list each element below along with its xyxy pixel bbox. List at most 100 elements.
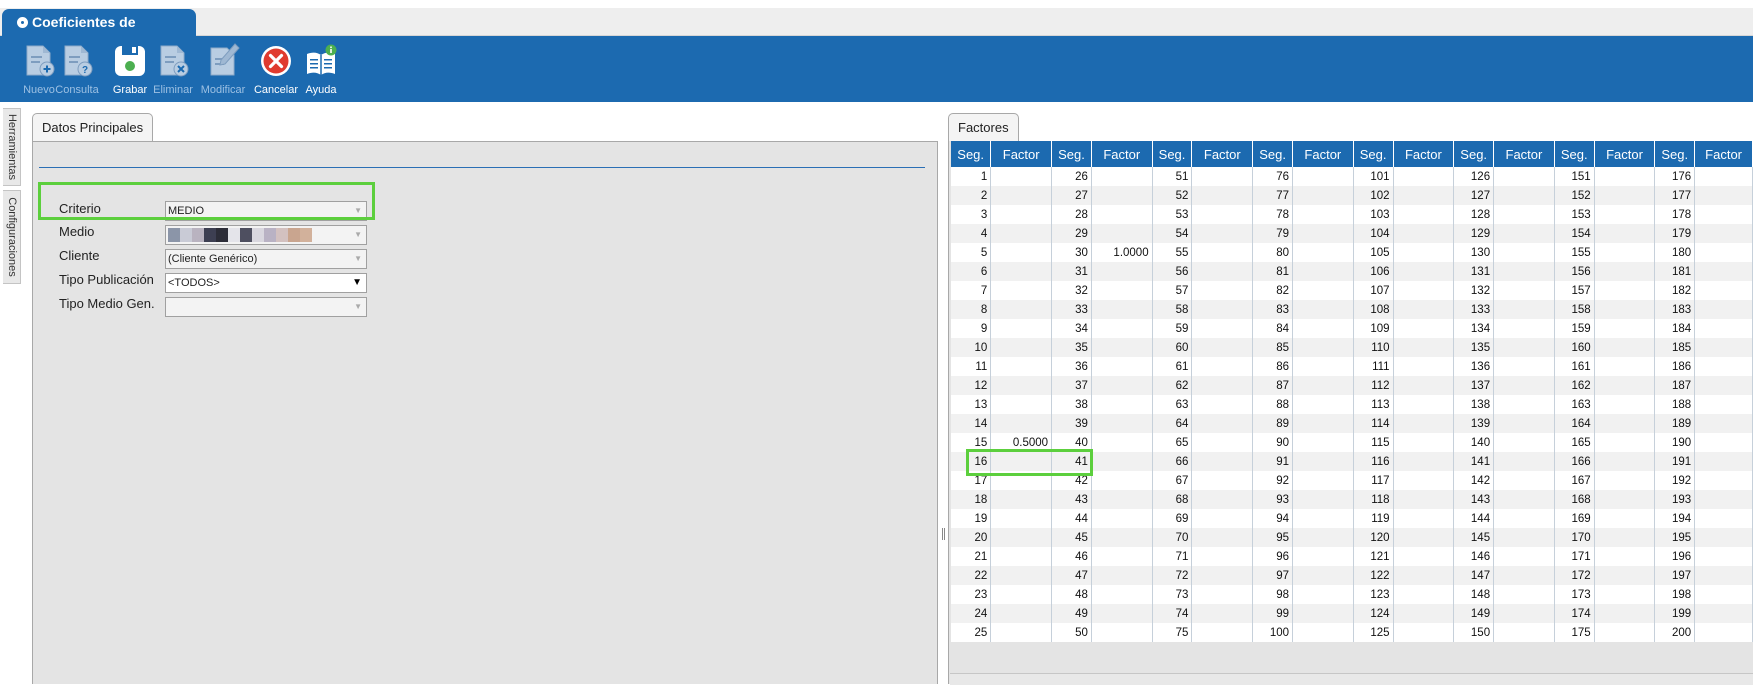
table-row[interactable]: 12 37 62 87 112 137 162 187	[951, 376, 1753, 395]
medio-select[interactable]: ▼	[165, 225, 367, 245]
factor-cell[interactable]	[1393, 547, 1455, 566]
factor-cell[interactable]	[1191, 604, 1254, 623]
factor-cell[interactable]	[1091, 433, 1153, 452]
table-row[interactable]: 18 43 68 93 118 143 168 193	[951, 490, 1753, 509]
panel-splitter-handle[interactable]	[942, 528, 946, 540]
column-header-seg[interactable]: Seg.	[1453, 141, 1495, 167]
table-row[interactable]: 8 33 58 83 108 133 158 183	[951, 300, 1753, 319]
factor-cell[interactable]	[1393, 452, 1455, 471]
factor-cell[interactable]	[1393, 471, 1455, 490]
factor-cell[interactable]	[1594, 224, 1656, 243]
factor-cell[interactable]	[1292, 433, 1354, 452]
factor-cell[interactable]	[1091, 186, 1153, 205]
factor-cell[interactable]	[1493, 604, 1555, 623]
factor-cell[interactable]	[1393, 224, 1455, 243]
factor-cell[interactable]	[1091, 357, 1153, 376]
factor-cell[interactable]	[1594, 433, 1656, 452]
factor-cell[interactable]	[1091, 566, 1153, 585]
table-row[interactable]: 21 46 71 96 121 146 171 196	[951, 547, 1753, 566]
factor-cell[interactable]	[990, 566, 1053, 585]
factor-cell[interactable]	[990, 281, 1053, 300]
factor-cell[interactable]	[1594, 262, 1656, 281]
factor-cell[interactable]	[1191, 319, 1254, 338]
factor-cell[interactable]	[1694, 604, 1753, 623]
modificar-button[interactable]: Modificar	[201, 40, 245, 100]
factor-cell[interactable]	[1091, 338, 1153, 357]
factor-cell[interactable]	[1393, 395, 1455, 414]
factor-cell[interactable]	[1091, 547, 1153, 566]
factor-cell[interactable]	[1191, 262, 1254, 281]
factor-cell[interactable]	[1694, 490, 1753, 509]
factor-cell[interactable]	[1493, 243, 1555, 262]
factor-cell[interactable]	[1292, 604, 1354, 623]
factor-cell[interactable]	[990, 528, 1053, 547]
criterio-select[interactable]: MEDIO ▼	[165, 201, 367, 221]
table-row[interactable]: 10 35 60 85 110 135 160 185	[951, 338, 1753, 357]
cliente-select[interactable]: (Cliente Genérico) ▼	[165, 249, 367, 269]
factor-cell[interactable]	[1594, 623, 1656, 642]
factor-cell[interactable]	[1694, 433, 1753, 452]
factor-cell[interactable]	[1594, 490, 1656, 509]
factor-cell[interactable]	[990, 243, 1053, 262]
factor-cell[interactable]	[1694, 319, 1753, 338]
factor-cell[interactable]	[1191, 243, 1254, 262]
factor-cell[interactable]	[1191, 585, 1254, 604]
table-row[interactable]: 4 29 54 79 104 129 154 179	[951, 224, 1753, 243]
factor-cell[interactable]	[990, 338, 1053, 357]
factor-cell[interactable]	[1694, 452, 1753, 471]
factor-cell[interactable]	[990, 205, 1053, 224]
side-tab-herramientas[interactable]: Herramientas	[3, 108, 21, 186]
factor-cell[interactable]	[1191, 167, 1254, 186]
factor-cell[interactable]	[1694, 376, 1753, 395]
column-header-seg[interactable]: Seg.	[951, 141, 992, 167]
factor-cell[interactable]	[1292, 395, 1354, 414]
table-row[interactable]: 22 47 72 97 122 147 172 197	[951, 566, 1753, 585]
table-row[interactable]: 20 45 70 95 120 145 170 195	[951, 528, 1753, 547]
factor-cell[interactable]	[1694, 471, 1753, 490]
factor-cell[interactable]	[1292, 452, 1354, 471]
factor-cell[interactable]	[1594, 509, 1656, 528]
factor-cell[interactable]	[1191, 224, 1254, 243]
factor-cell[interactable]	[1493, 414, 1555, 433]
factor-cell[interactable]	[1694, 281, 1753, 300]
column-header-seg[interactable]: Seg.	[1554, 141, 1595, 167]
table-row[interactable]: 24 49 74 99 124 149 174 199	[951, 604, 1753, 623]
column-header-factor[interactable]: Factor	[1191, 141, 1254, 167]
factor-cell[interactable]	[1694, 357, 1753, 376]
factor-cell[interactable]	[1191, 566, 1254, 585]
factor-cell[interactable]	[1292, 243, 1354, 262]
factor-cell[interactable]	[1493, 262, 1555, 281]
factor-cell[interactable]	[990, 471, 1053, 490]
factor-cell[interactable]	[1493, 357, 1555, 376]
column-header-factor[interactable]: Factor	[1694, 141, 1753, 167]
factor-cell[interactable]	[1393, 433, 1455, 452]
window-tab-coeficientes[interactable]: Coeficientes de Duración	[2, 9, 196, 57]
factor-cell[interactable]	[1191, 376, 1254, 395]
factor-cell[interactable]	[990, 452, 1053, 471]
factor-cell[interactable]	[1191, 547, 1254, 566]
factor-cell[interactable]	[1292, 357, 1354, 376]
factor-cell[interactable]	[1091, 224, 1153, 243]
factor-cell[interactable]	[1292, 281, 1354, 300]
factor-cell[interactable]	[1594, 205, 1656, 224]
factor-cell[interactable]	[1493, 205, 1555, 224]
factor-cell[interactable]	[990, 357, 1053, 376]
table-row[interactable]: 25 50 75 100 125 150 175 200	[951, 623, 1753, 642]
factor-cell[interactable]	[1191, 528, 1254, 547]
factor-cell[interactable]	[1292, 623, 1354, 642]
factor-cell[interactable]	[990, 623, 1053, 642]
factor-cell[interactable]	[1594, 243, 1656, 262]
factor-cell[interactable]	[1594, 547, 1656, 566]
factor-cell[interactable]	[1493, 167, 1555, 186]
factor-cell[interactable]	[1694, 547, 1753, 566]
tab-factores[interactable]: Factores	[948, 113, 1019, 141]
factor-cell[interactable]	[1191, 281, 1254, 300]
factor-cell[interactable]	[990, 224, 1053, 243]
table-row[interactable]: 6 31 56 81 106 131 156 181	[951, 262, 1753, 281]
factor-cell[interactable]	[1594, 338, 1656, 357]
factor-cell[interactable]	[1594, 528, 1656, 547]
factor-cell[interactable]	[1594, 186, 1656, 205]
factor-cell[interactable]	[1393, 604, 1455, 623]
factor-cell[interactable]	[1493, 490, 1555, 509]
factor-cell[interactable]: 0.5000	[990, 433, 1053, 452]
